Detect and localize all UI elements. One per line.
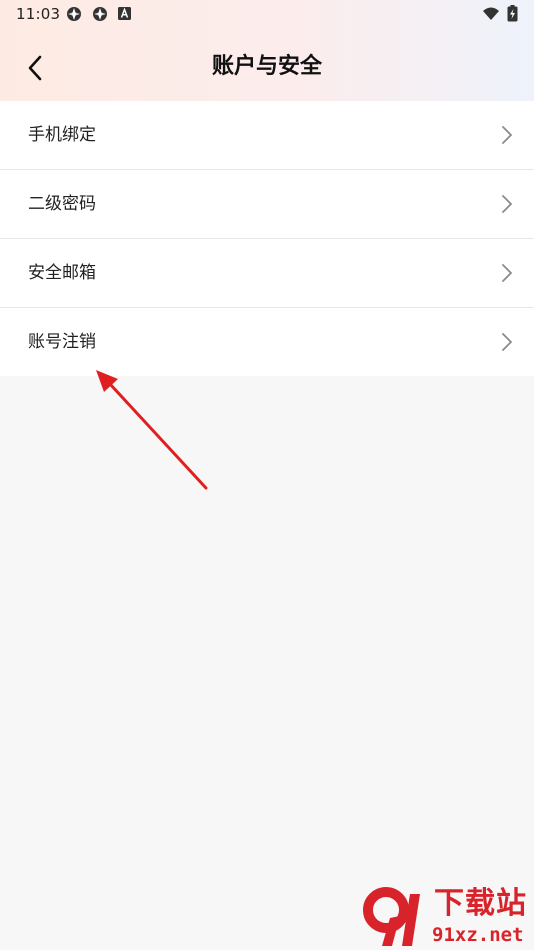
status-bar: 11:03 (0, 0, 534, 28)
wifi-icon (483, 7, 499, 20)
keyboard-a-icon (118, 7, 131, 20)
chevron-right-icon (502, 333, 512, 351)
menu-item-security-email[interactable]: 安全邮箱 (0, 239, 534, 308)
watermark-url: 91xz.net (432, 924, 524, 946)
menu-item-label: 二级密码 (28, 194, 96, 214)
menu-item-label: 安全邮箱 (28, 263, 96, 283)
app-notification-icon (67, 7, 81, 21)
watermark: 下载站 91xz.net (362, 886, 532, 948)
app-notification-icon (93, 7, 107, 21)
header: 11:03 账户与安全 (0, 0, 534, 101)
menu-item-secondary-password[interactable]: 二级密码 (0, 170, 534, 239)
chevron-right-icon (502, 126, 512, 144)
battery-charging-icon (507, 5, 518, 22)
page-title: 账户与安全 (211, 54, 322, 79)
status-time: 11:03 (16, 5, 61, 23)
chevron-right-icon (502, 195, 512, 213)
chevron-right-icon (502, 264, 512, 282)
watermark-title: 下载站 (434, 886, 527, 921)
menu-item-label: 手机绑定 (28, 125, 96, 145)
settings-menu: 手机绑定 二级密码 安全邮箱 账号注销 (0, 101, 534, 376)
annotation-arrow-shaft (108, 382, 208, 490)
menu-item-phone-binding[interactable]: 手机绑定 (0, 101, 534, 170)
menu-item-account-cancellation[interactable]: 账号注销 (0, 308, 534, 376)
site-logo-icon (363, 887, 420, 946)
menu-item-label: 账号注销 (28, 332, 96, 352)
